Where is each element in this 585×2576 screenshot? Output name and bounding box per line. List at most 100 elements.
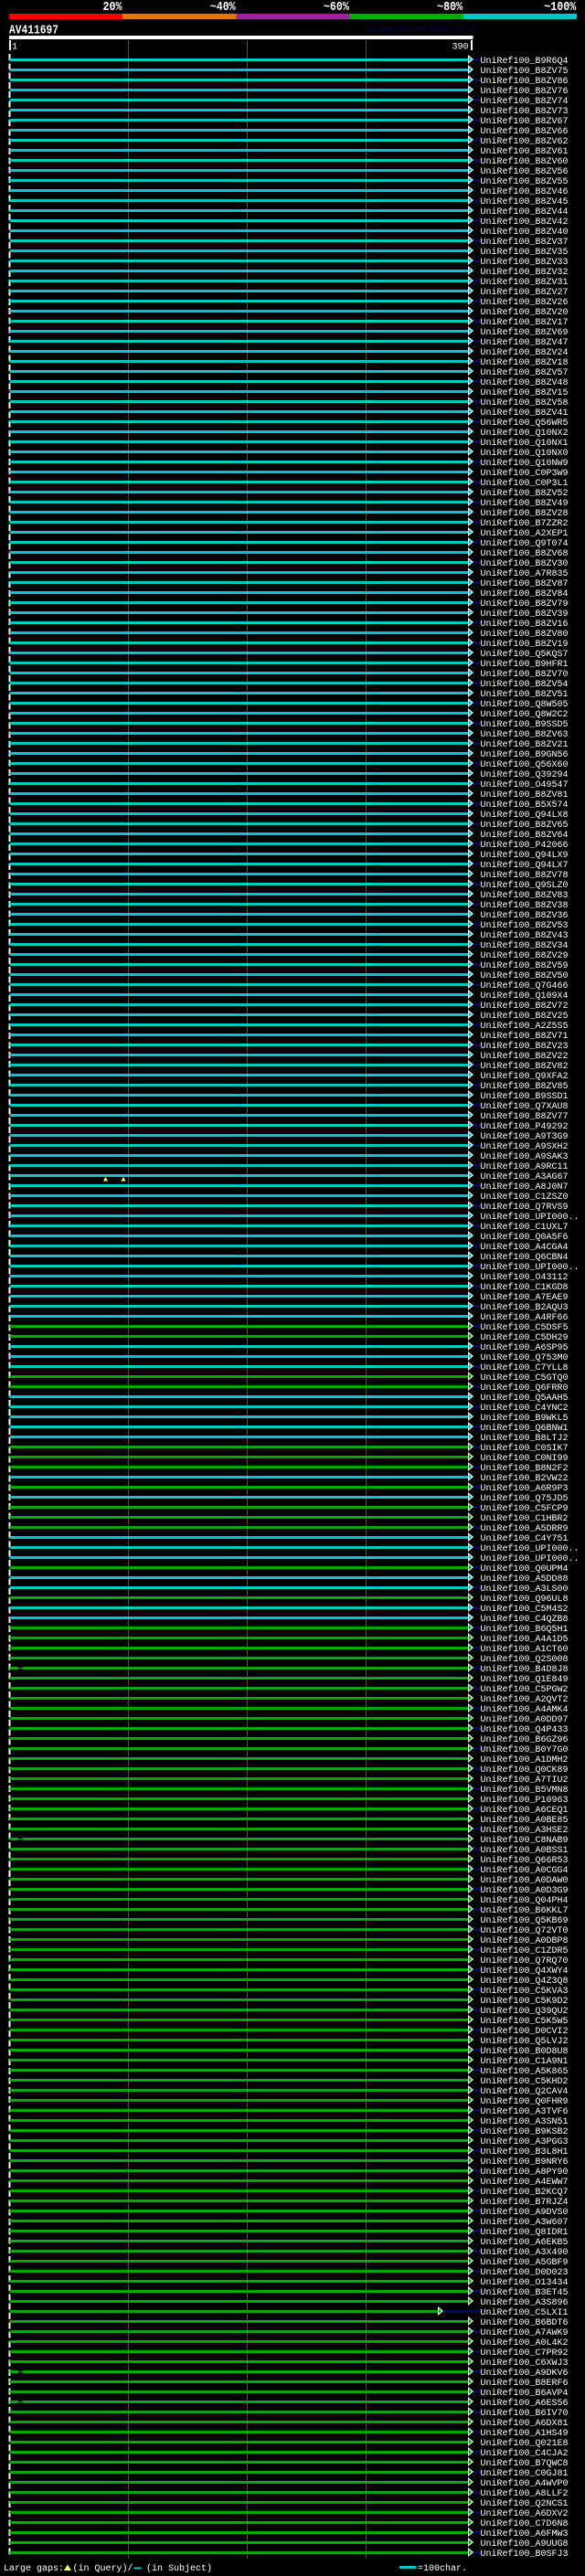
svg-text:UniRef100_A2XEP1: UniRef100_A2XEP1 xyxy=(481,528,569,539)
svg-text:UniRef100_P10963: UniRef100_P10963 xyxy=(481,1795,569,1806)
svg-text:UniRef100_Q2S008: UniRef100_Q2S008 xyxy=(481,1654,569,1665)
svg-text:UniRef100_B8ZV84: UniRef100_B8ZV84 xyxy=(481,588,569,599)
svg-text:UniRef100_C4CJA2: UniRef100_C4CJA2 xyxy=(481,2448,569,2459)
svg-text:UniRef100_B3L8H1: UniRef100_B3L8H1 xyxy=(481,2147,569,2157)
svg-text:UniRef100_B8ZV15: UniRef100_B8ZV15 xyxy=(481,387,569,398)
svg-text:UniRef100_C1UXL7: UniRef100_C1UXL7 xyxy=(481,1222,569,1233)
svg-text:=100char.: =100char. xyxy=(418,2563,467,2574)
svg-text:UniRef100_A2Z5S5: UniRef100_A2Z5S5 xyxy=(481,1021,569,1032)
svg-text:UniRef100_B8ZV39: UniRef100_B8ZV39 xyxy=(481,609,569,620)
svg-text:UniRef100_C5K9D2: UniRef100_C5K9D2 xyxy=(481,1996,569,2007)
svg-text:UniRef100_A0DD97: UniRef100_A0DD97 xyxy=(481,1714,569,1725)
svg-text:UniRef100_B8ZV57: UniRef100_B8ZV57 xyxy=(481,367,569,378)
svg-text:UniRef100_C1A9N1: UniRef100_C1A9N1 xyxy=(481,2056,569,2067)
svg-text:UniRef100_B6AVP4: UniRef100_B6AVP4 xyxy=(481,2388,569,2399)
svg-text:UniRef100_B8ZV75: UniRef100_B8ZV75 xyxy=(481,66,569,77)
svg-text:UniRef100_B6GZ96: UniRef100_B6GZ96 xyxy=(481,1734,569,1745)
svg-text:UniRef100_A7R835: UniRef100_A7R835 xyxy=(481,568,569,579)
svg-text:UniRef100_B8ZV63: UniRef100_B8ZV63 xyxy=(481,729,569,740)
svg-text:UniRef100_B9SSD1: UniRef100_B9SSD1 xyxy=(481,1091,569,1102)
svg-text:UniRef100_B8ZV42: UniRef100_B8ZV42 xyxy=(481,217,569,228)
svg-text:UniRef100_B2KCQ7: UniRef100_B2KCQ7 xyxy=(481,2187,569,2198)
svg-text:UniRef100_C5FCP9: UniRef100_C5FCP9 xyxy=(481,1503,569,1514)
svg-text:UniRef100_Q6FRR0: UniRef100_Q6FRR0 xyxy=(481,1383,569,1394)
svg-text:UniRef100_Q0UPM4: UniRef100_Q0UPM4 xyxy=(481,1564,569,1574)
svg-text:(in Query)/: (in Query)/ xyxy=(73,2563,133,2574)
svg-text:UniRef100_B2AQU3: UniRef100_B2AQU3 xyxy=(481,1302,569,1313)
svg-text:UniRef100_B8ZV27: UniRef100_B8ZV27 xyxy=(481,287,569,298)
svg-text:UniRef100_A6CEQ1: UniRef100_A6CEQ1 xyxy=(481,1805,569,1816)
svg-text:UniRef100_A2QVT2: UniRef100_A2QVT2 xyxy=(481,1694,569,1705)
svg-text:UniRef100_Q9SLZ0: UniRef100_Q9SLZ0 xyxy=(481,880,569,891)
svg-text:UniRef100_A0D3G9: UniRef100_A0D3G9 xyxy=(481,1885,569,1896)
svg-text:UniRef100_D0D023: UniRef100_D0D023 xyxy=(481,2267,569,2278)
svg-text:UniRef100_B8ZV55: UniRef100_B8ZV55 xyxy=(481,176,569,187)
svg-text:UniRef100_B8ZV56: UniRef100_B8ZV56 xyxy=(481,166,569,177)
svg-text:UniRef100_B8ZV17: UniRef100_B8ZV17 xyxy=(481,317,569,328)
svg-text:UniRef100_B8ZV62: UniRef100_B8ZV62 xyxy=(481,136,569,147)
svg-text:UniRef100_C1KGD8: UniRef100_C1KGD8 xyxy=(481,1282,569,1293)
svg-text:UniRef100_B8ZV79: UniRef100_B8ZV79 xyxy=(481,599,569,610)
svg-text:UniRef100_P49292: UniRef100_P49292 xyxy=(481,1121,569,1132)
svg-text:UniRef100_Q39294: UniRef100_Q39294 xyxy=(481,769,569,780)
svg-text:UniRef100_O49547: UniRef100_O49547 xyxy=(481,779,569,790)
svg-text:UniRef100_C1ZSZ0: UniRef100_C1ZSZ0 xyxy=(481,1192,569,1203)
svg-text:UniRef100_A5K865: UniRef100_A5K865 xyxy=(481,2066,569,2077)
svg-text:UniRef100_UPI000..: UniRef100_UPI000.. xyxy=(481,1553,580,1564)
svg-text:~40%: ~40% xyxy=(210,0,236,15)
svg-text:UniRef100_B9R6Q4: UniRef100_B9R6Q4 xyxy=(481,56,569,67)
svg-text:390: 390 xyxy=(452,43,469,53)
svg-text:UniRef100_UPI000..: UniRef100_UPI000.. xyxy=(481,1262,580,1273)
svg-text:UniRef100_C7D6N8: UniRef100_C7D6N8 xyxy=(481,2518,569,2529)
svg-text:UniRef100_D0CVI2: UniRef100_D0CVI2 xyxy=(481,2026,569,2037)
svg-text:UniRef100_B6BDT6: UniRef100_B6BDT6 xyxy=(481,2317,569,2328)
svg-text:UniRef100_B6Q5H1: UniRef100_B6Q5H1 xyxy=(481,1624,569,1635)
svg-text:UniRef100_B8N2F2: UniRef100_B8N2F2 xyxy=(481,1463,569,1474)
svg-text:UniRef100_Q66R53: UniRef100_Q66R53 xyxy=(481,1855,569,1866)
svg-text:UniRef100_C4QZB8: UniRef100_C4QZB8 xyxy=(481,1614,569,1625)
svg-text:UniRef100_Q109X4: UniRef100_Q109X4 xyxy=(481,991,569,1002)
svg-text:UniRef100_B9HFR1: UniRef100_B9HFR1 xyxy=(481,659,569,670)
svg-text:UniRef100_C4Y751: UniRef100_C4Y751 xyxy=(481,1533,569,1544)
svg-text:UniRef100_O43112: UniRef100_O43112 xyxy=(481,1272,569,1283)
svg-text:UniRef100_O13434: UniRef100_O13434 xyxy=(481,2277,569,2288)
svg-text:UniRef100_B9GN56: UniRef100_B9GN56 xyxy=(481,749,569,760)
svg-text:UniRef100_A3X490: UniRef100_A3X490 xyxy=(481,2247,569,2258)
svg-text:UniRef100_P42066: UniRef100_P42066 xyxy=(481,840,569,851)
svg-text:UniRef100_Q0CK89: UniRef100_Q0CK89 xyxy=(481,1765,569,1776)
svg-text:UniRef100_B8ZV85: UniRef100_B8ZV85 xyxy=(481,1081,569,1092)
svg-text:UniRef100_B8ZV18: UniRef100_B8ZV18 xyxy=(481,357,569,368)
svg-text:UniRef100_A1CT60: UniRef100_A1CT60 xyxy=(481,1644,569,1655)
svg-text:UniRef100_B8ZV33: UniRef100_B8ZV33 xyxy=(481,257,569,268)
svg-text:UniRef100_A6FMW3: UniRef100_A6FMW3 xyxy=(481,2528,569,2539)
svg-text:UniRef100_A6SP95: UniRef100_A6SP95 xyxy=(481,1342,569,1353)
svg-text:UniRef100_A3W607: UniRef100_A3W607 xyxy=(481,2217,569,2228)
svg-text:UniRef100_B8ZV77: UniRef100_B8ZV77 xyxy=(481,1111,569,1122)
svg-text:UniRef100_B8ZV35: UniRef100_B8ZV35 xyxy=(481,247,569,258)
svg-text:UniRef100_B9KSB2: UniRef100_B9KSB2 xyxy=(481,2126,569,2137)
svg-text:UniRef100_B8ZV51: UniRef100_B8ZV51 xyxy=(481,689,569,700)
svg-text:UniRef100_Q5KQS7: UniRef100_Q5KQS7 xyxy=(481,649,569,660)
svg-text:UniRef100_Q7RQ70: UniRef100_Q7RQ70 xyxy=(481,1956,569,1966)
svg-text:UniRef100_A9SAK3: UniRef100_A9SAK3 xyxy=(481,1151,569,1162)
svg-text:UniRef100_Q8W2C2: UniRef100_Q8W2C2 xyxy=(481,709,569,720)
svg-text:UniRef100_B8ZV76: UniRef100_B8ZV76 xyxy=(481,86,569,97)
svg-text:UniRef100_B3ET45: UniRef100_B3ET45 xyxy=(481,2287,569,2298)
svg-text:UniRef100_B8ZV74: UniRef100_B8ZV74 xyxy=(481,96,569,107)
svg-text:UniRef100_B8ZV28: UniRef100_B8ZV28 xyxy=(481,508,569,519)
svg-text:UniRef100_Q94LX7: UniRef100_Q94LX7 xyxy=(481,860,569,871)
svg-text:UniRef100_Q7RVS9: UniRef100_Q7RVS9 xyxy=(481,1202,569,1213)
svg-text:UniRef100_B8ZV71: UniRef100_B8ZV71 xyxy=(481,1031,569,1042)
svg-text:UniRef100_A8J0N7: UniRef100_A8J0N7 xyxy=(481,1182,569,1193)
svg-text:UniRef100_A7EAE9: UniRef100_A7EAE9 xyxy=(481,1292,569,1303)
svg-text:1: 1 xyxy=(12,43,17,53)
svg-text:UniRef100_B8ZV25: UniRef100_B8ZV25 xyxy=(481,1011,569,1022)
svg-text:UniRef100_B8ZV30: UniRef100_B8ZV30 xyxy=(481,558,569,569)
svg-text:UniRef100_Q10NX1: UniRef100_Q10NX1 xyxy=(481,438,569,449)
svg-text:UniRef100_B8ZV45: UniRef100_B8ZV45 xyxy=(481,196,569,207)
svg-text:UniRef100_B8ZV67: UniRef100_B8ZV67 xyxy=(481,116,569,127)
svg-text:UniRef100_B8ZV23: UniRef100_B8ZV23 xyxy=(481,1041,569,1052)
svg-text:UniRef100_B5VMN8: UniRef100_B5VMN8 xyxy=(481,1785,569,1796)
svg-text:UniRef100_B8ZV40: UniRef100_B8ZV40 xyxy=(481,227,569,238)
svg-text:UniRef100_A3S896: UniRef100_A3S896 xyxy=(481,2297,569,2308)
